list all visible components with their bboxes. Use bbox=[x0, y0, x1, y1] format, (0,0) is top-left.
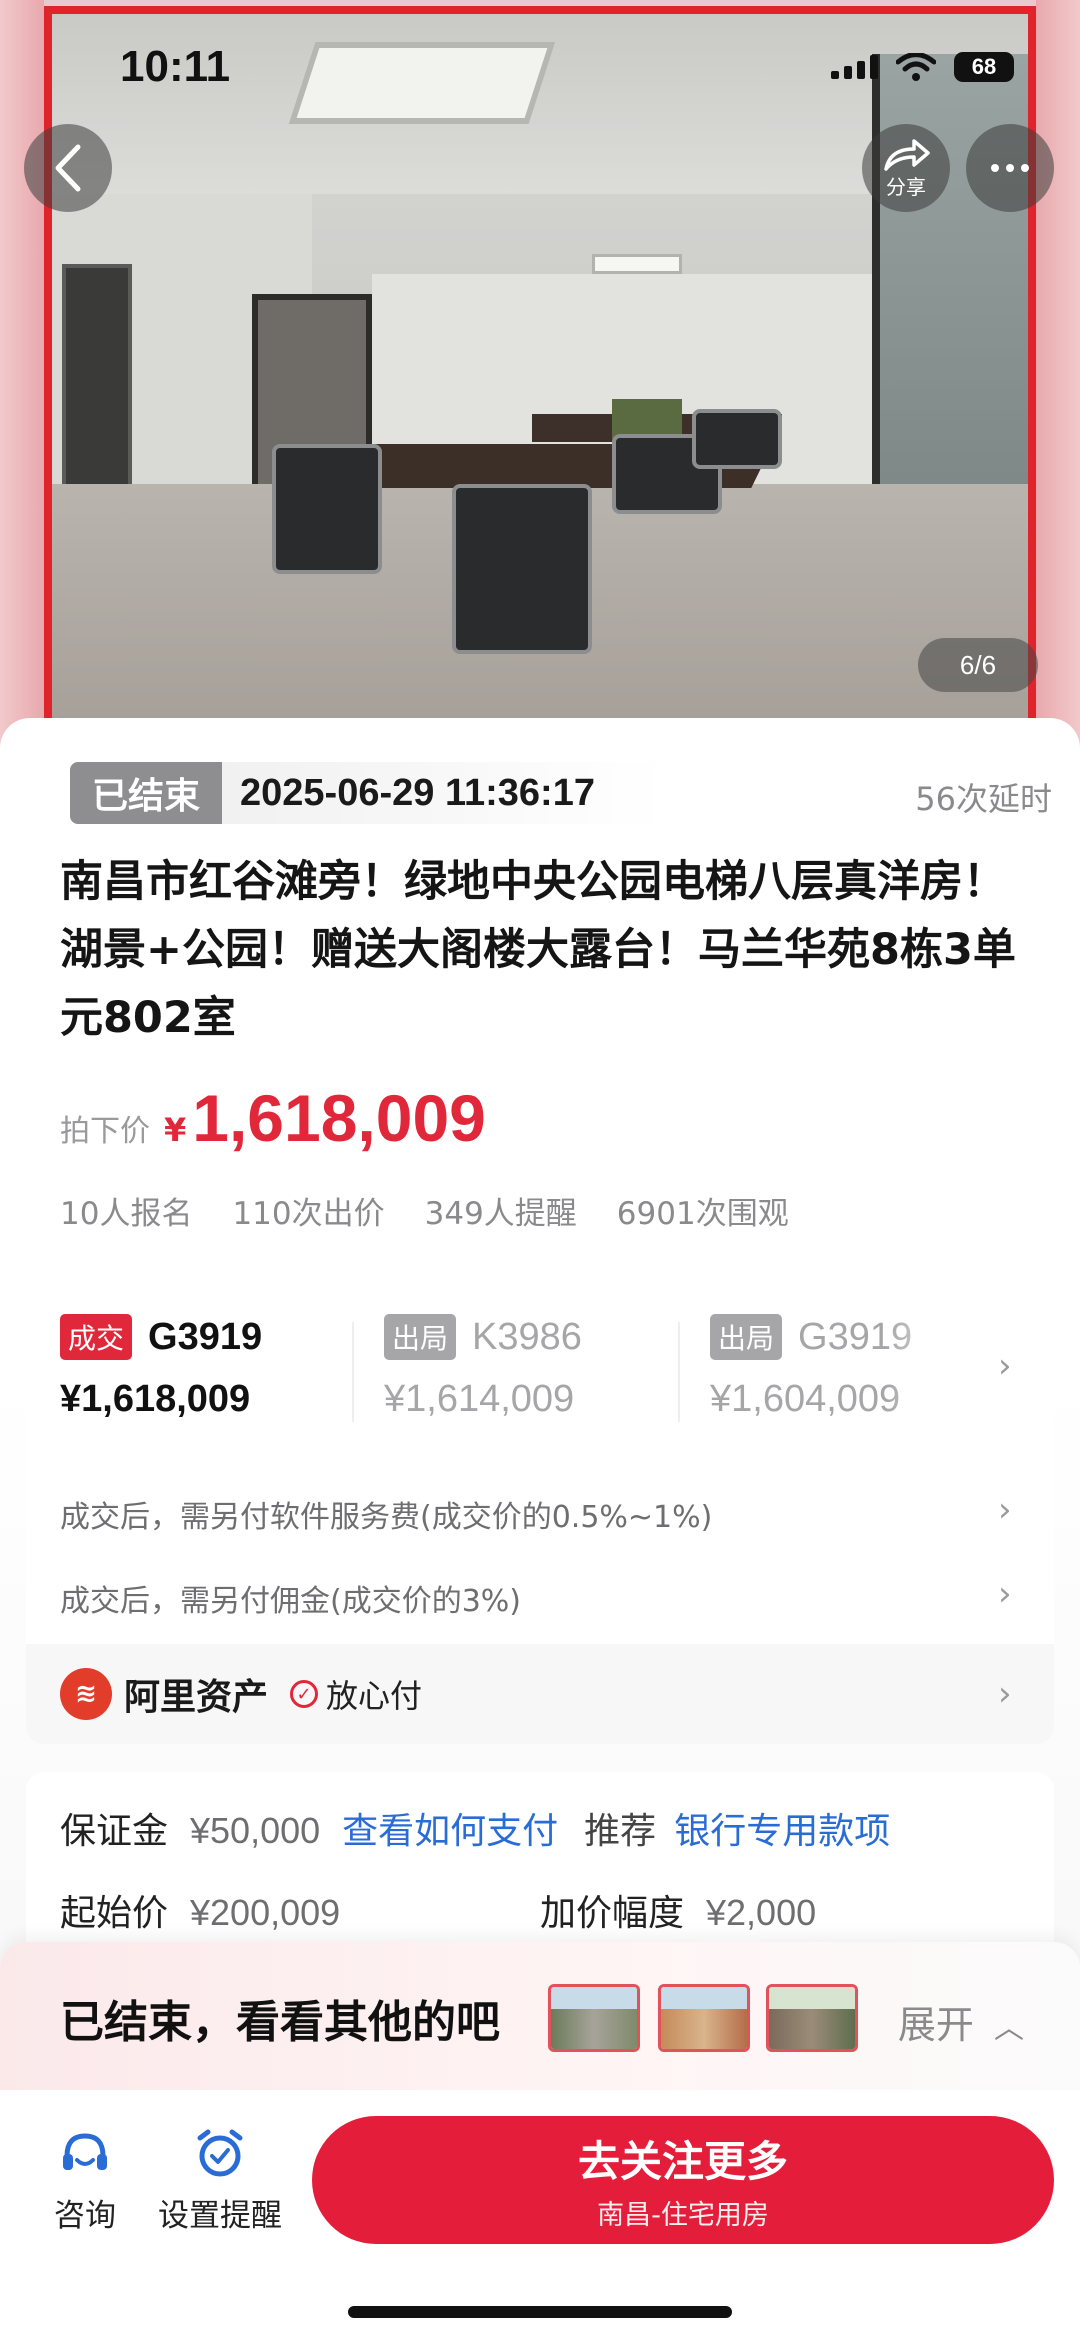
photo-frame bbox=[44, 6, 1036, 760]
back-button[interactable] bbox=[24, 124, 112, 212]
chevron-right-icon[interactable]: › bbox=[998, 1346, 1012, 1386]
signal-icon bbox=[831, 55, 878, 79]
final-price: 1,618,009 bbox=[192, 1081, 486, 1155]
status-time: 10:11 bbox=[120, 42, 231, 91]
start-price-label: 起始价 bbox=[60, 1893, 169, 1934]
bid-amount: ¥1,618,009 bbox=[60, 1378, 251, 1420]
ceiling-light bbox=[288, 42, 556, 124]
consult-button[interactable]: 咨询 bbox=[54, 2126, 116, 2235]
headset-icon bbox=[63, 2133, 107, 2170]
photo-pager: 6/6 bbox=[918, 638, 1038, 692]
recommend-label: 推荐 bbox=[584, 1811, 657, 1852]
recommended-listing-thumb[interactable] bbox=[766, 1984, 858, 2052]
price-currency: ¥ bbox=[164, 1111, 187, 1149]
end-time: 2025-06-29 11:36:17 bbox=[240, 771, 595, 814]
photo-blur-left bbox=[0, 0, 44, 760]
chair bbox=[692, 409, 782, 469]
bank-account-link[interactable]: 银行专用款项 bbox=[674, 1802, 890, 1854]
ended-message: 已结束，看看其他的吧 bbox=[60, 1997, 500, 2048]
bid-record[interactable]: 成交 G3919 ¥1,618,009 bbox=[60, 1314, 262, 1421]
chevron-up-icon: ︿ bbox=[994, 2011, 1024, 2046]
increment-row: 加价幅度 ¥2,000 bbox=[540, 1884, 816, 1936]
ended-recommendation-panel[interactable]: 已结束，看看其他的吧 展开 ︿ bbox=[0, 1942, 1080, 2092]
set-reminder-button[interactable]: 设置提醒 bbox=[158, 2126, 282, 2235]
status-icons: 68 bbox=[831, 52, 1014, 82]
chevron-right-icon[interactable]: › bbox=[998, 1574, 1012, 1614]
share-button[interactable]: 分享 bbox=[862, 124, 950, 212]
listing-photo[interactable]: 10:11 68 分享 6/6 bbox=[0, 0, 1080, 760]
check-circle-icon: ✓ bbox=[290, 1680, 319, 1708]
home-indicator[interactable] bbox=[348, 2306, 732, 2318]
share-icon bbox=[884, 138, 930, 171]
start-price-value: ¥200,009 bbox=[190, 1892, 341, 1933]
stat-registrations: 10人报名 bbox=[60, 1196, 193, 1232]
bidder-code: G3919 bbox=[148, 1315, 263, 1358]
bid-records-card: 成交 G3919 ¥1,618,009 出局 K3986 ¥1,614,009 … bbox=[26, 1274, 1054, 1744]
expand-label: 展开 bbox=[897, 2003, 974, 2047]
cta-main-label: 去关注更多 bbox=[577, 2137, 788, 2186]
bid-status-tag: 成交 bbox=[60, 1314, 133, 1360]
delay-count: 56次延时 bbox=[915, 780, 1052, 818]
photo-blur-right bbox=[1036, 0, 1080, 760]
expand-button[interactable]: 展开 ︿ bbox=[898, 1994, 1024, 2049]
bottom-action-bar: 咨询 设置提醒 去关注更多 南昌-住宅用房 bbox=[0, 2090, 1080, 2337]
platform-row[interactable]: ≋ 阿里资产 ✓ 放心付 › bbox=[26, 1644, 1054, 1744]
service-fee-notice[interactable]: 成交后，需另付软件服务费(成交价的0.5%~1%) bbox=[60, 1492, 712, 1536]
stat-reminders: 349人提醒 bbox=[424, 1196, 577, 1232]
chevron-right-icon[interactable]: › bbox=[998, 1490, 1012, 1530]
deposit-row: 保证金 ¥50,000 查看如何支付 推荐 银行专用款项 bbox=[60, 1802, 890, 1854]
more-icon bbox=[991, 164, 1029, 172]
deposit-label: 保证金 bbox=[60, 1811, 169, 1852]
divider bbox=[678, 1322, 680, 1422]
bidder-code: K3986 bbox=[472, 1315, 582, 1358]
how-to-pay-link[interactable]: 查看如何支付 bbox=[342, 1802, 558, 1854]
safe-pay-label: 放心付 bbox=[326, 1677, 423, 1715]
stat-views: 6901次围观 bbox=[616, 1196, 789, 1232]
bid-status-tag: 出局 bbox=[710, 1314, 783, 1360]
price-label: 拍下价 bbox=[60, 1114, 150, 1149]
follow-more-button[interactable]: 去关注更多 南昌-住宅用房 bbox=[312, 2116, 1054, 2244]
wifi-icon bbox=[896, 53, 936, 81]
chair bbox=[452, 484, 592, 654]
set-reminder-label: 设置提醒 bbox=[158, 2198, 282, 2234]
bid-record[interactable]: 出局 G3919 ¥1,604,009 bbox=[710, 1314, 912, 1421]
commission-notice[interactable]: 成交后，需另付佣金(成交价的3%) bbox=[60, 1576, 521, 1620]
platform-name: 阿里资产 bbox=[124, 1677, 269, 1718]
auction-stats: 10人报名 110次出价 349人提醒 6901次围观 bbox=[60, 1188, 789, 1233]
start-price-row: 起始价 ¥200,009 bbox=[60, 1884, 340, 1936]
status-badge: 已结束 bbox=[70, 762, 223, 824]
auction-status-strip: 已结束 2025-06-29 11:36:17 bbox=[70, 762, 664, 824]
cta-sub-label: 南昌-住宅用房 bbox=[597, 2200, 769, 2231]
share-label: 分享 bbox=[886, 174, 926, 199]
back-arrow-icon bbox=[55, 144, 81, 192]
bid-amount: ¥1,604,009 bbox=[710, 1378, 901, 1420]
alipay-asset-logo: ≋ bbox=[60, 1668, 112, 1720]
recommended-listing-thumb[interactable] bbox=[548, 1984, 640, 2052]
bid-amount: ¥1,614,009 bbox=[384, 1378, 575, 1420]
divider bbox=[352, 1322, 354, 1422]
chevron-right-icon: › bbox=[998, 1674, 1012, 1714]
final-price-row: 拍下价 ¥ 1,618,009 bbox=[60, 1080, 486, 1156]
bid-status-tag: 出局 bbox=[384, 1314, 457, 1360]
more-button[interactable] bbox=[966, 124, 1054, 212]
recommended-listing-thumb[interactable] bbox=[658, 1984, 750, 2052]
chair bbox=[272, 444, 382, 574]
battery-icon: 68 bbox=[954, 52, 1014, 82]
deposit-value: ¥50,000 bbox=[190, 1810, 321, 1851]
bid-record[interactable]: 出局 K3986 ¥1,614,009 bbox=[384, 1314, 582, 1421]
increment-label: 加价幅度 bbox=[540, 1893, 685, 1934]
increment-value: ¥2,000 bbox=[706, 1892, 817, 1933]
alarm-clock-icon bbox=[197, 2129, 243, 2177]
listing-title: 南昌市红谷滩旁！绿地中央公园电梯八层真洋房！湖景+公园！赠送大阁楼大露台！马兰华… bbox=[60, 857, 1016, 1043]
stat-bids: 110次出价 bbox=[232, 1196, 385, 1232]
consult-label: 咨询 bbox=[54, 2198, 116, 2234]
